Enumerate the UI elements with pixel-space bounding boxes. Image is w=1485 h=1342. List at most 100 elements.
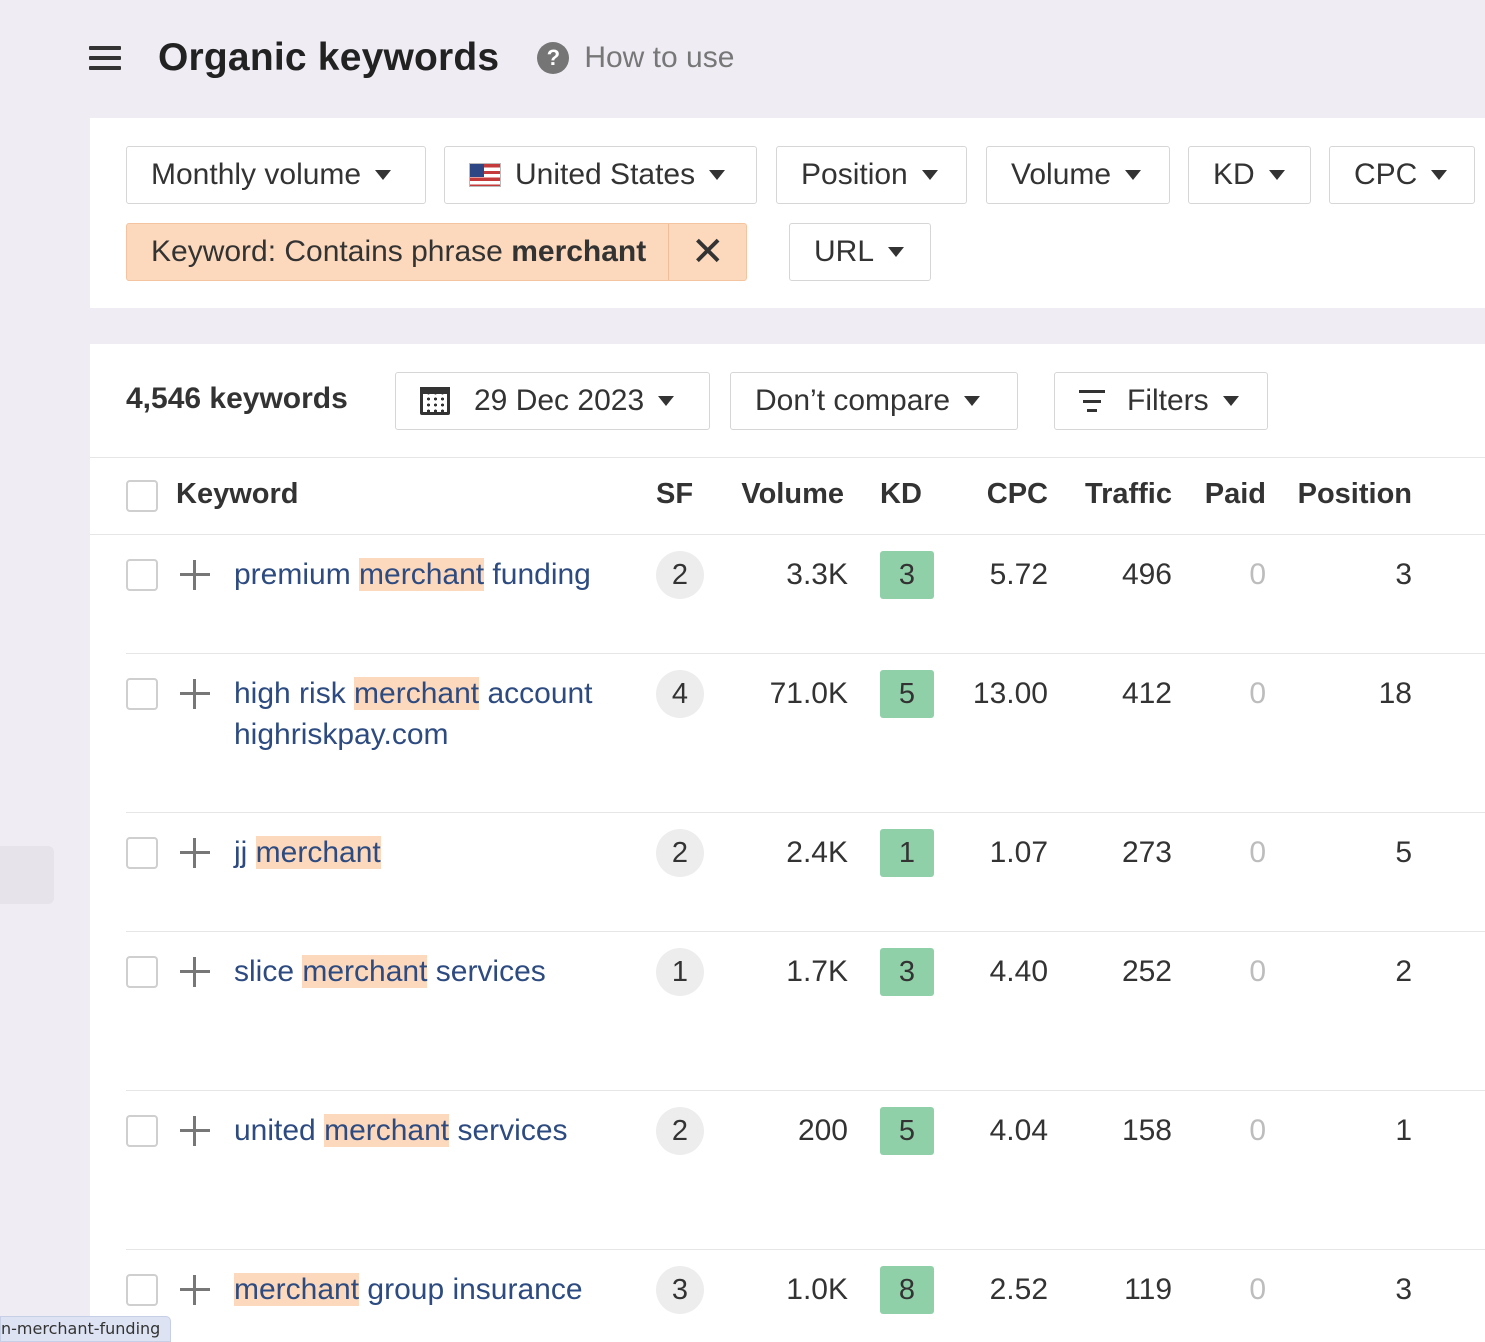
column-header-position[interactable]: Position xyxy=(1286,478,1412,511)
paid-cell: 0 xyxy=(1249,677,1266,710)
row-checkbox[interactable] xyxy=(126,956,158,988)
paid-cell: 0 xyxy=(1249,558,1266,591)
traffic-cell[interactable]: 412 xyxy=(1070,677,1172,711)
column-header-sf[interactable]: SF xyxy=(656,478,693,511)
keyword-filter-prefix: Keyword: Contains phrase xyxy=(151,235,512,268)
keyword-link[interactable]: merchant group insurance xyxy=(234,1269,624,1310)
volume-cell: 1.0K xyxy=(786,1273,848,1306)
keyword-link[interactable]: united merchant services xyxy=(234,1110,624,1151)
table-row: united merchant services 2 200 5 4.04 158 0 1 xyxy=(90,1091,1485,1250)
volume-cell: 1.7K xyxy=(786,955,848,988)
filters-label: Filters xyxy=(1127,384,1209,417)
plus-icon[interactable] xyxy=(180,560,210,590)
sf-badge[interactable]: 4 xyxy=(656,670,704,718)
row-checkbox[interactable] xyxy=(126,1115,158,1147)
hamburger-menu-icon[interactable] xyxy=(88,43,122,73)
volume-cell: 3.3K xyxy=(786,558,848,591)
kd-badge: 8 xyxy=(880,1266,934,1314)
chevron-down-icon xyxy=(1222,396,1239,406)
chevron-down-icon xyxy=(709,170,726,180)
cpc-cell: 2.52 xyxy=(989,1273,1048,1306)
select-all-checkbox[interactable] xyxy=(126,480,158,512)
cpc-dropdown[interactable]: CPC xyxy=(1329,146,1475,204)
date-picker-button[interactable]: 29 Dec 2023 xyxy=(395,372,710,430)
column-header-paid[interactable]: Paid xyxy=(1190,478,1266,511)
row-checkbox[interactable] xyxy=(126,1274,158,1306)
volume-cell: 2.4K xyxy=(786,836,848,869)
country-dropdown[interactable]: United States xyxy=(444,146,757,204)
filters-button[interactable]: Filters xyxy=(1054,372,1268,430)
table-row: jj merchant 2 2.4K 1 1.07 273 0 5 xyxy=(90,813,1485,932)
keyword-link[interactable]: slice merchant services xyxy=(234,951,624,992)
how-to-use-link[interactable]: ? How to use xyxy=(537,41,734,75)
traffic-cell[interactable]: 252 xyxy=(1070,955,1172,989)
keyword-highlight: merchant xyxy=(359,558,485,591)
kd-badge: 3 xyxy=(880,551,934,599)
chevron-down-icon xyxy=(888,247,905,257)
keyword-text: services xyxy=(427,955,546,988)
keyword-filter-text: Keyword: Contains phrase merchant xyxy=(127,235,668,269)
keyword-highlight: merchant xyxy=(354,677,480,710)
column-header-kd[interactable]: KD xyxy=(880,478,922,511)
sf-badge[interactable]: 2 xyxy=(656,551,704,599)
plus-icon[interactable] xyxy=(180,1116,210,1146)
keyword-link[interactable]: high risk merchant account highriskpay.c… xyxy=(234,673,624,755)
kd-dropdown[interactable]: KD xyxy=(1188,146,1311,204)
calendar-icon xyxy=(420,387,450,415)
compare-label: Don’t compare xyxy=(755,384,951,417)
compare-dropdown[interactable]: Don’t compare xyxy=(730,372,1018,430)
url-label: URL xyxy=(814,235,875,268)
monthly-volume-dropdown[interactable]: Monthly volume xyxy=(126,146,426,204)
kd-badge: 3 xyxy=(880,948,934,996)
keyword-filter-chip[interactable]: Keyword: Contains phrase merchant ✕ xyxy=(126,223,748,281)
cpc-cell: 4.04 xyxy=(989,1114,1048,1147)
chevron-down-icon xyxy=(658,396,675,406)
sf-badge[interactable]: 2 xyxy=(656,1107,704,1155)
page-title: Organic keywords xyxy=(158,36,500,79)
url-dropdown[interactable]: URL xyxy=(789,223,931,281)
plus-icon[interactable] xyxy=(180,679,210,709)
sf-badge[interactable]: 2 xyxy=(656,829,704,877)
plus-icon[interactable] xyxy=(180,1275,210,1305)
column-header-traffic[interactable]: Traffic xyxy=(1070,478,1172,511)
paid-cell: 0 xyxy=(1249,1114,1266,1147)
how-to-use-label: How to use xyxy=(584,41,735,74)
traffic-cell[interactable]: 496 xyxy=(1070,558,1172,592)
position-dropdown[interactable]: Position xyxy=(776,146,967,204)
column-header-volume[interactable]: Volume xyxy=(730,478,844,511)
position-cell: 3 xyxy=(1395,1273,1412,1306)
plus-icon[interactable] xyxy=(180,838,210,868)
row-checkbox[interactable] xyxy=(126,678,158,710)
column-header-cpc[interactable]: CPC xyxy=(970,478,1048,511)
divider xyxy=(90,457,1485,458)
keyword-link[interactable]: jj merchant xyxy=(234,832,624,873)
chevron-down-icon xyxy=(375,170,392,180)
row-checkbox[interactable] xyxy=(126,559,158,591)
volume-dropdown[interactable]: Volume xyxy=(986,146,1170,204)
traffic-cell[interactable]: 158 xyxy=(1070,1114,1172,1148)
column-header-keyword[interactable]: Keyword xyxy=(176,478,298,511)
date-label: 29 Dec 2023 xyxy=(474,384,645,417)
plus-icon[interactable] xyxy=(180,957,210,987)
position-label: Position xyxy=(801,158,908,191)
table-row: slice merchant services 1 1.7K 3 4.40 252 0 2 xyxy=(90,932,1485,1091)
position-cell: 2 xyxy=(1395,955,1412,988)
paid-cell: 0 xyxy=(1249,1273,1266,1306)
volume-label: Volume xyxy=(1011,158,1112,191)
cpc-label: CPC xyxy=(1354,158,1418,191)
keywords-table-panel: 4,546 keywords 29 Dec 2023 Don’t compare… xyxy=(90,344,1485,1342)
paid-cell: 0 xyxy=(1249,836,1266,869)
close-icon[interactable]: ✕ xyxy=(668,224,746,280)
sf-badge[interactable]: 1 xyxy=(656,948,704,996)
table-row: premium merchant funding 2 3.3K 3 5.72 496 0 3 xyxy=(90,535,1485,654)
traffic-cell[interactable]: 273 xyxy=(1070,836,1172,870)
status-bar-url: n-merchant-funding xyxy=(0,1316,172,1342)
row-checkbox[interactable] xyxy=(126,837,158,869)
side-panel-tab[interactable] xyxy=(0,846,54,904)
keyword-count: 4,546 keywords xyxy=(126,382,348,415)
keyword-link[interactable]: premium merchant funding xyxy=(234,554,624,595)
traffic-cell[interactable]: 119 xyxy=(1070,1273,1172,1307)
kd-badge: 5 xyxy=(880,670,934,718)
keyword-text: high risk xyxy=(234,677,355,710)
sf-badge[interactable]: 3 xyxy=(656,1266,704,1314)
